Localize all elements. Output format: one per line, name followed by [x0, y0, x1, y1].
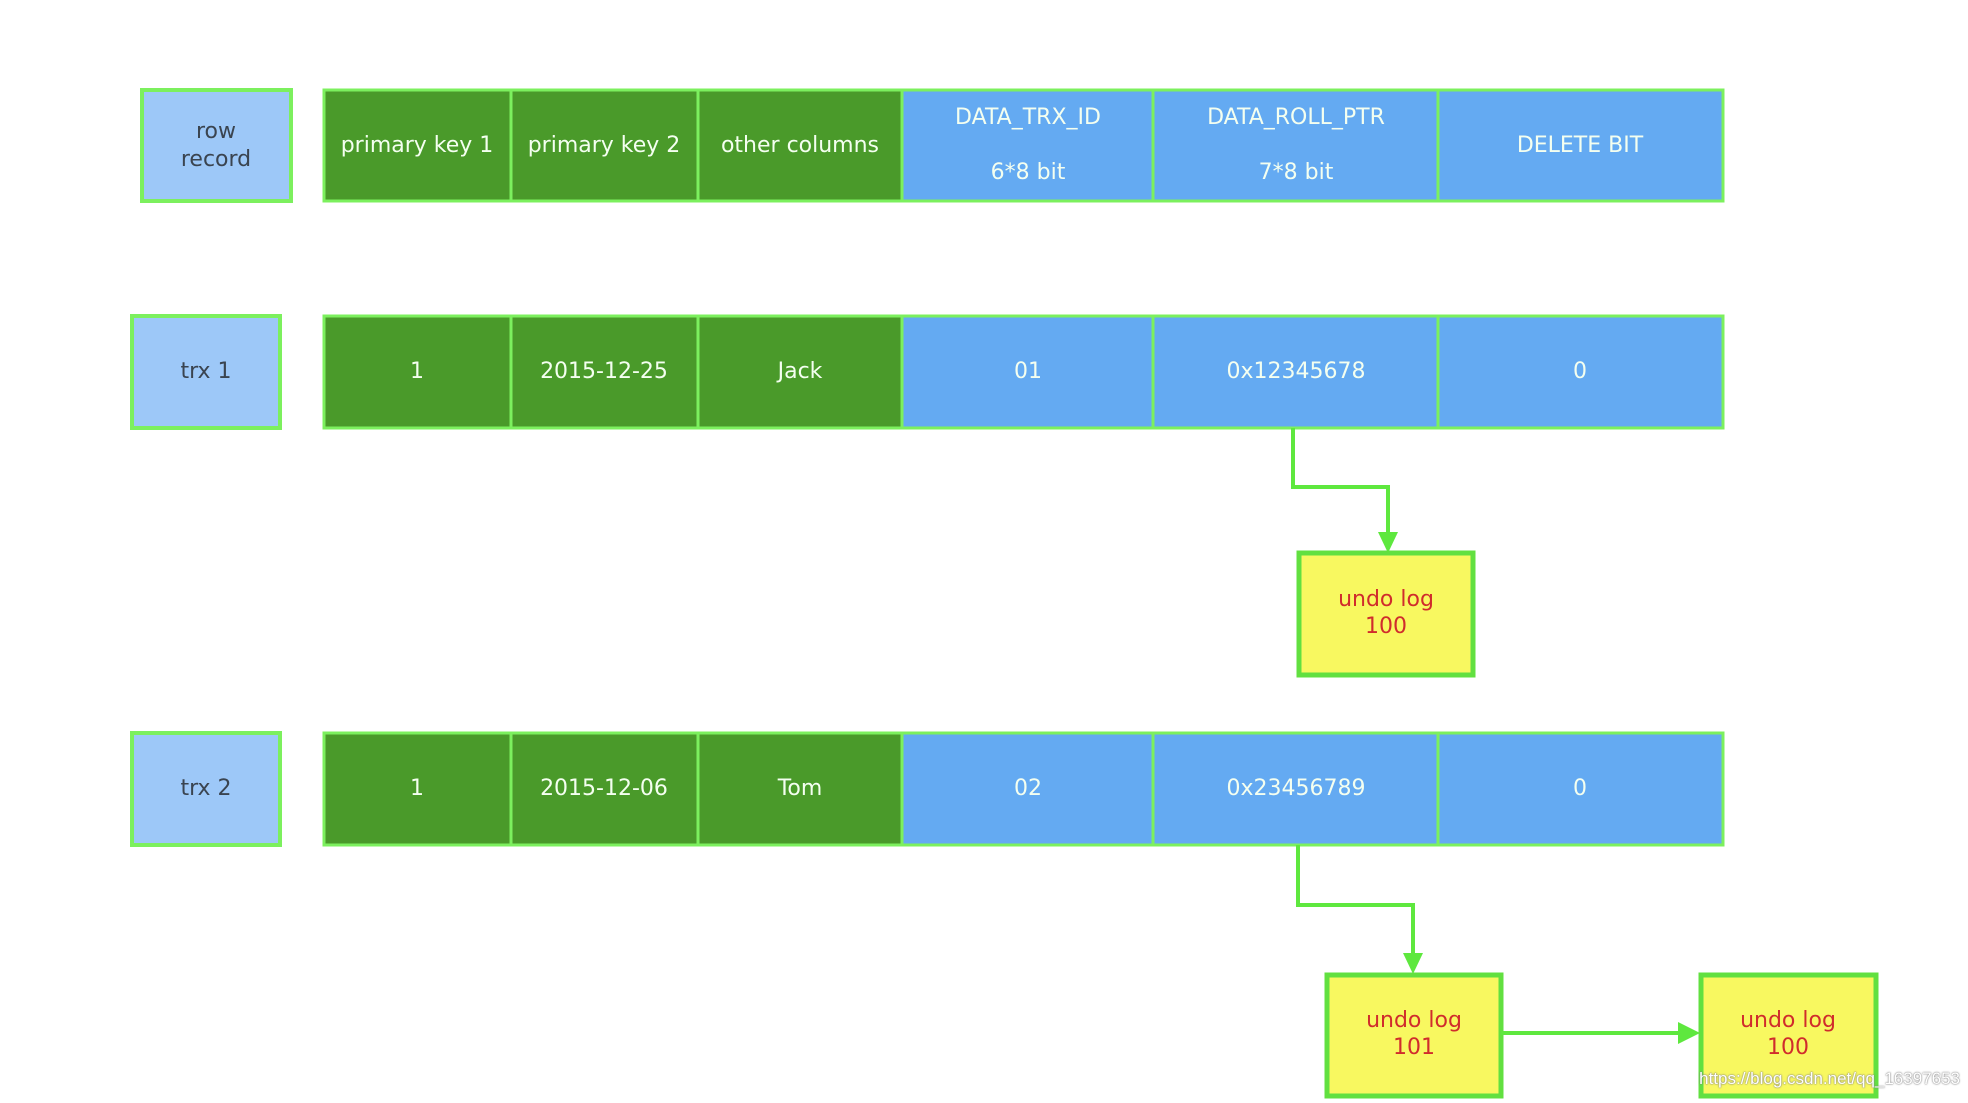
- mvcc-diagram: row record primary key 1 primary key 2 o…: [130, 88, 1879, 1099]
- header-text: 7*8 bit: [1259, 160, 1334, 185]
- cell-text: 2015-12-06: [540, 776, 668, 801]
- svg-text:101: 101: [1393, 1035, 1435, 1060]
- svg-text:undo log: undo log: [1740, 1008, 1836, 1033]
- cell-text: 01: [1014, 359, 1042, 384]
- header-text: other columns: [721, 133, 879, 158]
- svg-text:record: record: [181, 147, 251, 172]
- cell-text: 0: [1573, 359, 1587, 384]
- cell-text: 1: [410, 359, 424, 384]
- cell-text: Tom: [777, 776, 823, 801]
- header-text: 6*8 bit: [991, 160, 1066, 185]
- cell-text: 1: [410, 776, 424, 801]
- header-text: primary key 2: [528, 133, 681, 158]
- header-text: DATA_TRX_ID: [955, 105, 1101, 130]
- trx1-row: 1 2015-12-25 Jack 01 0x12345678 0: [322, 314, 1725, 430]
- cell-text: 0x23456789: [1227, 776, 1366, 801]
- svg-text:undo log: undo log: [1366, 1008, 1462, 1033]
- trx2-label: trx 2: [130, 731, 282, 847]
- svg-text:trx 1: trx 1: [180, 359, 231, 384]
- arrow-trx1-undo: [1291, 428, 1398, 553]
- cell-text: 0x12345678: [1227, 359, 1366, 384]
- row-record-label: row record: [140, 88, 293, 203]
- cell-text: 0: [1573, 776, 1587, 801]
- arrow-undo101-undo100: [1501, 1022, 1700, 1044]
- undo-log-100-trx1: undo log 100: [1296, 550, 1476, 678]
- undo-log-101: undo log 101: [1324, 972, 1504, 1099]
- svg-text:trx 2: trx 2: [180, 776, 231, 801]
- cell-text: 02: [1014, 776, 1042, 801]
- header-text: DELETE BIT: [1517, 133, 1644, 158]
- header-text: DATA_ROLL_PTR: [1207, 105, 1385, 130]
- cell-text: Jack: [776, 359, 823, 384]
- svg-text:undo log: undo log: [1338, 587, 1434, 612]
- header-row: primary key 1 primary key 2 other column…: [322, 88, 1725, 203]
- svg-text:100: 100: [1365, 614, 1407, 639]
- svg-text:row: row: [196, 119, 236, 144]
- watermark: https://blog.csdn.net/qq_16397653: [1699, 1069, 1960, 1088]
- cell-text: 2015-12-25: [540, 359, 668, 384]
- trx2-row: 1 2015-12-06 Tom 02 0x23456789 0: [322, 731, 1725, 847]
- svg-text:100: 100: [1767, 1035, 1809, 1060]
- trx1-label: trx 1: [130, 314, 282, 430]
- header-text: primary key 1: [341, 133, 494, 158]
- arrow-trx2-undo: [1296, 845, 1423, 974]
